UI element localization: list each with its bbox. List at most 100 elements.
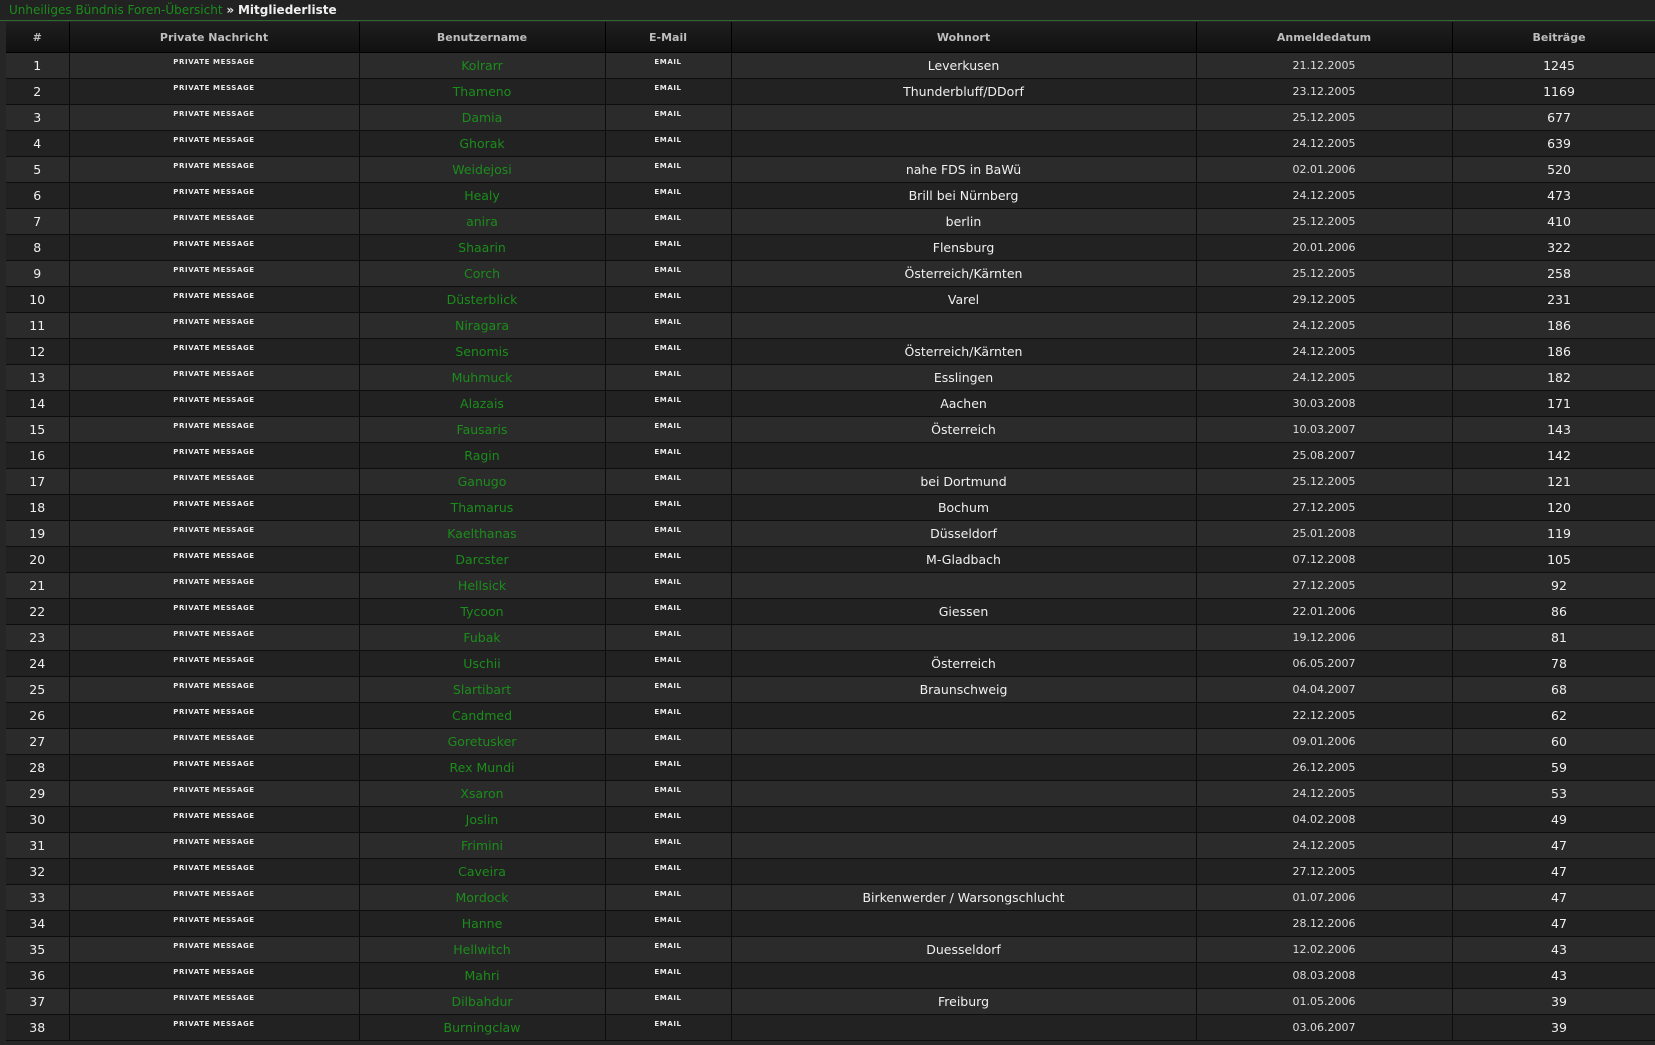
username-link[interactable]: Düsterblick: [359, 286, 606, 313]
private-message-button[interactable]: PRIVATE MESSAGE: [69, 494, 360, 521]
username-link[interactable]: Joslin: [359, 806, 606, 833]
column-header-email[interactable]: E-Mail: [605, 22, 732, 53]
email-button[interactable]: EMAIL: [605, 728, 732, 755]
column-header-join-date[interactable]: Anmeldedatum: [1196, 22, 1453, 53]
username-link[interactable]: Mordock: [359, 884, 606, 911]
email-button[interactable]: EMAIL: [605, 546, 732, 573]
email-button[interactable]: EMAIL: [605, 988, 732, 1015]
private-message-button[interactable]: PRIVATE MESSAGE: [69, 832, 360, 859]
email-button[interactable]: EMAIL: [605, 702, 732, 729]
email-button[interactable]: EMAIL: [605, 858, 732, 885]
email-button[interactable]: EMAIL: [605, 416, 732, 443]
column-header-username[interactable]: Benutzername: [359, 22, 606, 53]
private-message-button[interactable]: PRIVATE MESSAGE: [69, 312, 360, 339]
username-link[interactable]: Rex Mundi: [359, 754, 606, 781]
private-message-button[interactable]: PRIVATE MESSAGE: [69, 338, 360, 365]
email-button[interactable]: EMAIL: [605, 806, 732, 833]
username-link[interactable]: Weidejosi: [359, 156, 606, 183]
username-link[interactable]: Damia: [359, 104, 606, 131]
username-link[interactable]: Burningclaw: [359, 1014, 606, 1041]
email-button[interactable]: EMAIL: [605, 52, 732, 79]
username-link[interactable]: Niragara: [359, 312, 606, 339]
email-button[interactable]: EMAIL: [605, 338, 732, 365]
username-link[interactable]: Fausaris: [359, 416, 606, 443]
email-button[interactable]: EMAIL: [605, 884, 732, 911]
private-message-button[interactable]: PRIVATE MESSAGE: [69, 442, 360, 469]
private-message-button[interactable]: PRIVATE MESSAGE: [69, 572, 360, 599]
private-message-button[interactable]: PRIVATE MESSAGE: [69, 910, 360, 937]
username-link[interactable]: Thameno: [359, 78, 606, 105]
username-link[interactable]: Mahri: [359, 962, 606, 989]
email-button[interactable]: EMAIL: [605, 572, 732, 599]
private-message-button[interactable]: PRIVATE MESSAGE: [69, 754, 360, 781]
username-link[interactable]: Kaelthanas: [359, 520, 606, 547]
username-link[interactable]: Candmed: [359, 702, 606, 729]
private-message-button[interactable]: PRIVATE MESSAGE: [69, 468, 360, 495]
email-button[interactable]: EMAIL: [605, 910, 732, 937]
username-link[interactable]: Kolrarr: [359, 52, 606, 79]
private-message-button[interactable]: PRIVATE MESSAGE: [69, 546, 360, 573]
email-button[interactable]: EMAIL: [605, 676, 732, 703]
username-link[interactable]: Goretusker: [359, 728, 606, 755]
private-message-button[interactable]: PRIVATE MESSAGE: [69, 156, 360, 183]
username-link[interactable]: Hellwitch: [359, 936, 606, 963]
username-link[interactable]: anira: [359, 208, 606, 235]
username-link[interactable]: Healy: [359, 182, 606, 209]
username-link[interactable]: Slartibart: [359, 676, 606, 703]
email-button[interactable]: EMAIL: [605, 260, 732, 287]
column-header-number[interactable]: #: [6, 22, 70, 53]
private-message-button[interactable]: PRIVATE MESSAGE: [69, 962, 360, 989]
username-link[interactable]: Frimini: [359, 832, 606, 859]
email-button[interactable]: EMAIL: [605, 286, 732, 313]
private-message-button[interactable]: PRIVATE MESSAGE: [69, 598, 360, 625]
email-button[interactable]: EMAIL: [605, 1014, 732, 1041]
email-button[interactable]: EMAIL: [605, 182, 732, 209]
username-link[interactable]: Thamarus: [359, 494, 606, 521]
private-message-button[interactable]: PRIVATE MESSAGE: [69, 364, 360, 391]
email-button[interactable]: EMAIL: [605, 624, 732, 651]
private-message-button[interactable]: PRIVATE MESSAGE: [69, 624, 360, 651]
email-button[interactable]: EMAIL: [605, 598, 732, 625]
email-button[interactable]: EMAIL: [605, 520, 732, 547]
username-link[interactable]: Muhmuck: [359, 364, 606, 391]
username-link[interactable]: Alazais: [359, 390, 606, 417]
private-message-button[interactable]: PRIVATE MESSAGE: [69, 936, 360, 963]
username-link[interactable]: Hanne: [359, 910, 606, 937]
email-button[interactable]: EMAIL: [605, 936, 732, 963]
email-button[interactable]: EMAIL: [605, 442, 732, 469]
private-message-button[interactable]: PRIVATE MESSAGE: [69, 104, 360, 131]
username-link[interactable]: Uschii: [359, 650, 606, 677]
private-message-button[interactable]: PRIVATE MESSAGE: [69, 650, 360, 677]
username-link[interactable]: Ghorak: [359, 130, 606, 157]
private-message-button[interactable]: PRIVATE MESSAGE: [69, 520, 360, 547]
private-message-button[interactable]: PRIVATE MESSAGE: [69, 884, 360, 911]
email-button[interactable]: EMAIL: [605, 312, 732, 339]
breadcrumb-forum-link[interactable]: Unheiliges Bündnis Foren-Übersicht: [9, 3, 223, 17]
username-link[interactable]: Hellsick: [359, 572, 606, 599]
username-link[interactable]: Caveira: [359, 858, 606, 885]
email-button[interactable]: EMAIL: [605, 468, 732, 495]
email-button[interactable]: EMAIL: [605, 156, 732, 183]
email-button[interactable]: EMAIL: [605, 494, 732, 521]
private-message-button[interactable]: PRIVATE MESSAGE: [69, 702, 360, 729]
column-header-location[interactable]: Wohnort: [731, 22, 1197, 53]
private-message-button[interactable]: PRIVATE MESSAGE: [69, 78, 360, 105]
email-button[interactable]: EMAIL: [605, 650, 732, 677]
email-button[interactable]: EMAIL: [605, 208, 732, 235]
username-link[interactable]: Shaarin: [359, 234, 606, 261]
column-header-private-message[interactable]: Private Nachricht: [69, 22, 360, 53]
private-message-button[interactable]: PRIVATE MESSAGE: [69, 234, 360, 261]
private-message-button[interactable]: PRIVATE MESSAGE: [69, 416, 360, 443]
email-button[interactable]: EMAIL: [605, 390, 732, 417]
private-message-button[interactable]: PRIVATE MESSAGE: [69, 260, 360, 287]
private-message-button[interactable]: PRIVATE MESSAGE: [69, 182, 360, 209]
email-button[interactable]: EMAIL: [605, 78, 732, 105]
private-message-button[interactable]: PRIVATE MESSAGE: [69, 52, 360, 79]
private-message-button[interactable]: PRIVATE MESSAGE: [69, 858, 360, 885]
column-header-posts[interactable]: Beiträge: [1452, 22, 1655, 53]
email-button[interactable]: EMAIL: [605, 130, 732, 157]
email-button[interactable]: EMAIL: [605, 780, 732, 807]
email-button[interactable]: EMAIL: [605, 754, 732, 781]
email-button[interactable]: EMAIL: [605, 832, 732, 859]
email-button[interactable]: EMAIL: [605, 364, 732, 391]
